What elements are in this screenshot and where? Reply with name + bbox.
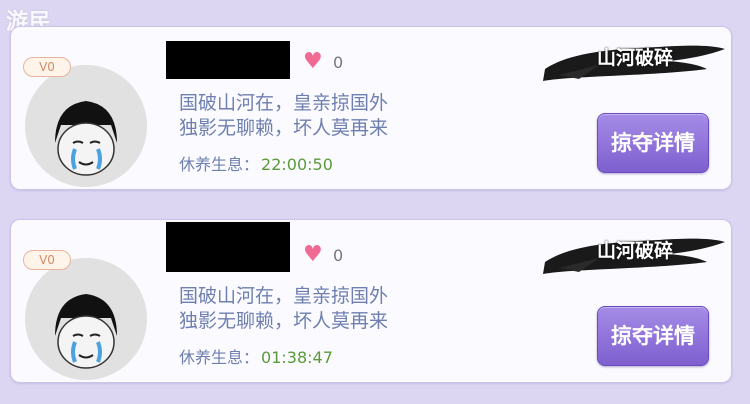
- rest-timer: 休养生息： 22:00:50: [179, 151, 333, 175]
- rest-timer: 休养生息： 01:38:47: [179, 344, 333, 368]
- redacted-username: [166, 41, 290, 79]
- crying-meme-avatar: [25, 258, 147, 380]
- vip-badge: V0: [23, 57, 71, 77]
- crying-meme-avatar: [25, 65, 147, 187]
- heart-icon[interactable]: ♥: [303, 244, 323, 266]
- poem-line-1: 国破山河在，皇亲掠国外: [179, 285, 389, 307]
- rest-time: 22:00:50: [261, 155, 333, 174]
- redacted-username: [166, 222, 290, 272]
- rest-label: 休养生息：: [179, 348, 260, 367]
- rest-time: 01:38:47: [261, 348, 333, 367]
- avatar[interactable]: [25, 65, 147, 187]
- status-banner: 山河破碎: [597, 47, 674, 69]
- record-card: V0 ♥ 0 国破山河在，皇亲掠国外 独影无聊赖，坏人莫再来 休养生息： 22:0…: [10, 26, 732, 190]
- status-banner: 山河破碎: [597, 240, 674, 262]
- poem-line-1: 国破山河在，皇亲掠国外: [179, 92, 389, 114]
- poem-line-2: 独影无聊赖，坏人莫再来: [179, 117, 389, 139]
- poem-text: 国破山河在，皇亲掠国外 独影无聊赖，坏人莫再来: [179, 91, 388, 141]
- record-card: V0 ♥ 0 国破山河在，皇亲掠国外 独影无聊赖，坏人莫再来 休养生息： 01:3…: [10, 219, 732, 383]
- likes-count: 0: [333, 53, 344, 72]
- plunder-details-button[interactable]: 掠夺详情: [597, 113, 709, 173]
- heart-icon[interactable]: ♥: [303, 51, 323, 73]
- vip-badge: V0: [23, 250, 71, 270]
- rest-label: 休养生息：: [179, 155, 260, 174]
- plunder-details-button[interactable]: 掠夺详情: [597, 306, 709, 366]
- poem-text: 国破山河在，皇亲掠国外 独影无聊赖，坏人莫再来: [179, 284, 388, 334]
- avatar[interactable]: [25, 258, 147, 380]
- likes-count: 0: [333, 246, 344, 265]
- poem-line-2: 独影无聊赖，坏人莫再来: [179, 310, 389, 332]
